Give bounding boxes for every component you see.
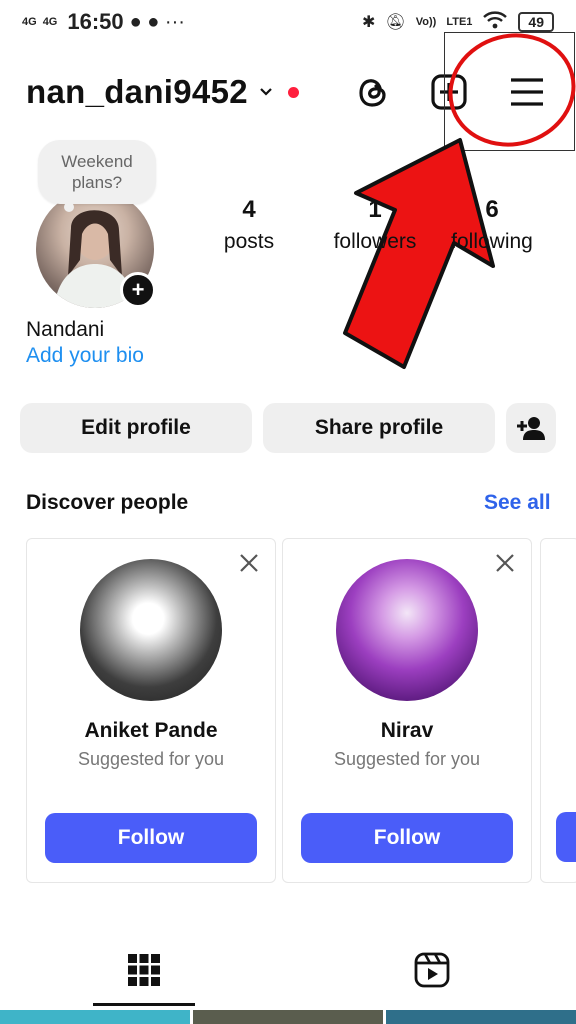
mute-icon: 🔕︎ xyxy=(385,14,406,31)
username-switcher[interactable]: nan_dani9452 xyxy=(26,73,248,111)
follow-button-partial[interactable] xyxy=(556,812,576,862)
post-thumbnail[interactable] xyxy=(386,1010,576,1024)
suggestion-avatar[interactable] xyxy=(80,559,222,701)
stat-followers[interactable]: 1 followers xyxy=(322,196,428,254)
highlight-box xyxy=(444,32,575,151)
chevron-down-icon[interactable] xyxy=(258,84,274,100)
profile-name: Nandani xyxy=(26,318,105,341)
suggestion-name[interactable]: Nirav xyxy=(283,719,531,743)
suggestion-avatar[interactable] xyxy=(336,559,478,701)
edit-profile-button[interactable]: Edit profile xyxy=(20,403,252,453)
lte-label: LTE1 xyxy=(446,16,473,28)
network-indicator-2: 4G xyxy=(42,16,58,28)
add-story-icon[interactable]: + xyxy=(120,272,156,308)
reels-icon xyxy=(414,952,450,988)
active-tab-indicator xyxy=(93,1003,195,1006)
wifi-icon xyxy=(482,10,508,35)
close-icon[interactable] xyxy=(237,551,261,575)
suggestion-card: Aniket Pande Suggested for you Follow xyxy=(26,538,276,883)
suggestion-subtitle: Suggested for you xyxy=(333,749,481,769)
add-person-button[interactable] xyxy=(506,403,556,453)
stat-following[interactable]: 6 following xyxy=(440,196,544,254)
stat-following-label: following xyxy=(451,230,533,253)
close-icon[interactable] xyxy=(493,551,517,575)
notification-dot xyxy=(287,86,299,98)
stat-posts[interactable]: 4 posts xyxy=(215,196,283,254)
suggestion-subtitle: Suggested for you xyxy=(77,749,225,769)
suggestion-name[interactable]: Aniket Pande xyxy=(27,719,275,743)
grid-icon xyxy=(128,954,160,986)
stat-following-value: 6 xyxy=(485,196,499,223)
add-person-icon xyxy=(517,417,545,440)
stat-followers-value: 1 xyxy=(368,196,382,223)
status-time: 16:50 xyxy=(67,9,124,34)
post-thumbnail[interactable] xyxy=(0,1010,190,1024)
note-bubble[interactable]: Weekend plans? xyxy=(38,140,156,204)
stat-followers-label: followers xyxy=(333,230,417,253)
tab-reels[interactable] xyxy=(382,936,482,1004)
stat-posts-label: posts xyxy=(223,230,275,253)
volte-label: Vo)) xyxy=(415,16,437,28)
notification-icon: ● ● ··· xyxy=(129,10,185,33)
suggestion-card: Nirav Suggested for you Follow xyxy=(282,538,532,883)
add-bio-link[interactable]: Add your bio xyxy=(26,344,144,368)
note-bubble-tail xyxy=(64,202,74,212)
bluetooth-icon: ✱ xyxy=(362,14,376,31)
follow-button[interactable]: Follow xyxy=(301,813,513,863)
discover-people-title: Discover people xyxy=(26,491,189,514)
profile-tabbar xyxy=(0,936,576,1006)
see-all-link[interactable]: See all xyxy=(484,491,551,515)
follow-button[interactable]: Follow xyxy=(45,813,257,863)
threads-icon[interactable] xyxy=(352,71,394,113)
tab-posts-grid[interactable] xyxy=(94,936,194,1004)
stat-posts-value: 4 xyxy=(242,196,256,223)
share-profile-button[interactable]: Share profile xyxy=(263,403,495,453)
post-thumbnail[interactable] xyxy=(193,1010,383,1024)
network-indicator-1: 4G xyxy=(22,16,37,28)
battery-indicator: 49 xyxy=(518,12,554,32)
post-thumbnails xyxy=(0,1010,576,1024)
